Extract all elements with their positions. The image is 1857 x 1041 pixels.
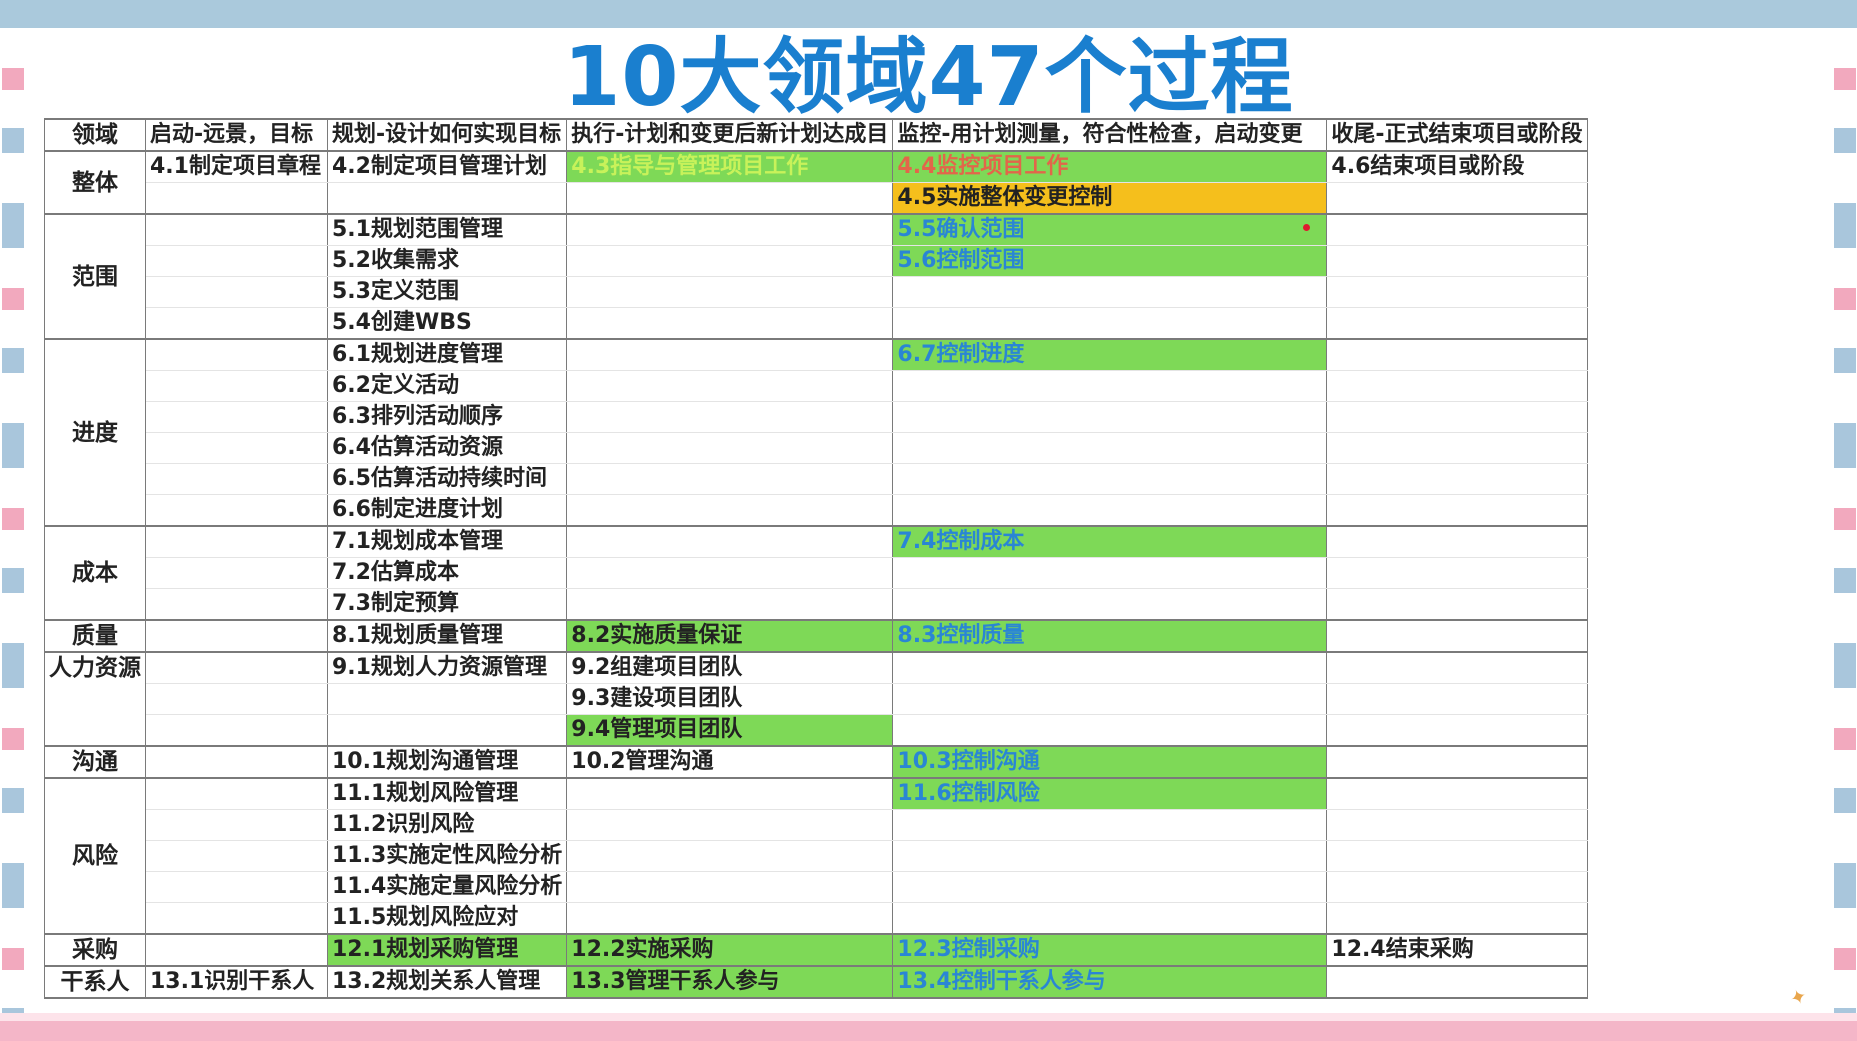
cell-11-5: 11.5规划风险应对 <box>326 902 568 935</box>
cell-12-3: 12.3控制采购 <box>892 933 1328 967</box>
table-row: 9.3建设项目团队 <box>45 683 1588 715</box>
area-risk: 风险 <box>44 777 146 935</box>
cell-13-4: 13.4控制干系人参与 <box>892 965 1328 999</box>
cell-7-1: 7.1规划成本管理 <box>326 525 568 558</box>
cell-7-4: 7.4控制成本 <box>892 525 1328 558</box>
area-hr: 人力资源 <box>44 651 146 747</box>
cell-10-2: 10.2管理沟通 <box>566 745 894 779</box>
table-header-row: 领域 启动-远景，目标 规划-设计如何实现目标 执行-计划和变更后新计划达成目 … <box>44 118 1588 152</box>
cell-9-3: 9.3建设项目团队 <box>566 683 894 715</box>
table-row: 成本 7.1规划成本管理 7.4控制成本 <box>44 525 1588 621</box>
area-scope: 范围 <box>44 213 146 340</box>
area-stake: 干系人 <box>44 965 146 999</box>
cell-6-1: 6.1规划进度管理 <box>326 338 568 371</box>
header-executing: 执行-计划和变更后新计划达成目 <box>566 118 894 152</box>
table-row: 质量 8.1规划质量管理 8.2实施质量保证 8.3控制质量 <box>44 619 1588 653</box>
table-row: 风险 11.1规划风险管理 11.6控制风险 <box>44 777 1588 935</box>
cell-7-3: 7.3制定预算 <box>326 588 568 621</box>
area-schedule: 进度 <box>44 338 146 527</box>
header-monitoring: 监控-用计划测量，符合性检查，启动变更 <box>892 118 1328 152</box>
cell-5-2: 5.2收集需求 <box>326 245 568 277</box>
table-row: 范围 5.1规划范围管理 5.5确认范围 <box>44 213 1588 340</box>
cell-9-2: 9.2组建项目团队 <box>566 651 894 684</box>
table-row: 采购 12.1规划采购管理 12.2实施采购 12.3控制采购 12.4结束采购 <box>44 933 1588 967</box>
table-row: 7.2估算成本 <box>45 557 1588 589</box>
table-row: 5.3定义范围 <box>45 276 1588 308</box>
table-row: 沟通 10.1规划沟通管理 10.2管理沟通 10.3控制沟通 <box>44 745 1588 779</box>
cell-6-6: 6.6制定进度计划 <box>326 494 568 527</box>
cell-11-2: 11.2识别风险 <box>326 809 568 841</box>
cell-9-4: 9.4管理项目团队 <box>566 714 894 747</box>
cell-8-2: 8.2实施质量保证 <box>566 619 894 653</box>
area-comm: 沟通 <box>44 745 146 779</box>
table-row: 整体 4.1制定项目章程 4.2制定项目管理计划 4.3指导与管理项目工作 4.… <box>44 150 1588 215</box>
cell-5-3: 5.3定义范围 <box>326 276 568 308</box>
cell-5-6: 5.6控制范围 <box>892 245 1328 277</box>
header-initiating: 启动-远景，目标 <box>145 118 328 152</box>
cell-4-6: 4.6结束项目或阶段 <box>1326 150 1588 183</box>
cell-13-1: 13.1识别干系人 <box>145 965 328 999</box>
table-row: 6.3排列活动顺序 <box>45 401 1588 433</box>
cell-12-1: 12.1规划采购管理 <box>326 933 568 967</box>
table-row: 6.2定义活动 <box>45 370 1588 402</box>
cell-4-4: 4.4监控项目工作 <box>892 150 1328 183</box>
cell-8-1: 8.1规划质量管理 <box>326 619 568 653</box>
cell-10-3: 10.3控制沟通 <box>892 745 1328 779</box>
frame-right-stripe <box>1834 28 1856 1013</box>
table-row: 5.4创建WBS <box>45 307 1588 340</box>
cell-11-3: 11.3实施定性风险分析 <box>326 840 568 872</box>
table-row: 11.5规划风险应对 <box>45 902 1588 935</box>
area-cost: 成本 <box>44 525 146 621</box>
cell-11-1: 11.1规划风险管理 <box>326 777 568 810</box>
slide-title: 10大领域47个过程 <box>563 30 1294 125</box>
cell-5-1: 5.1规划范围管理 <box>326 213 568 246</box>
area-quality: 质量 <box>44 619 146 653</box>
table-row: 11.3实施定性风险分析 <box>45 840 1588 872</box>
table-row: 人力资源 9.1规划人力资源管理 9.2组建项目团队 <box>44 651 1588 747</box>
table-row: 11.2识别风险 <box>45 809 1588 841</box>
cell-6-7: 6.7控制进度 <box>892 338 1328 371</box>
cell-13-3: 13.3管理干系人参与 <box>566 965 894 999</box>
cell-6-4: 6.4估算活动资源 <box>326 432 568 464</box>
cell-13-2: 13.2规划关系人管理 <box>326 965 568 999</box>
table-row: 11.4实施定量风险分析 <box>45 871 1588 903</box>
table-row: 进度 6.1规划进度管理 6.7控制进度 <box>44 338 1588 527</box>
cell-7-2: 7.2估算成本 <box>326 557 568 589</box>
frame-left-stripe <box>2 28 24 1013</box>
cell-11-6: 11.6控制风险 <box>892 777 1328 810</box>
cell-9-1: 9.1规划人力资源管理 <box>326 651 568 684</box>
table-row: 6.5估算活动持续时间 <box>45 463 1588 495</box>
table-row: 9.4管理项目团队 <box>45 714 1588 747</box>
cell-12-4: 12.4结束采购 <box>1326 933 1588 967</box>
cell-4-1: 4.1制定项目章程 <box>145 150 328 183</box>
table-row: 7.3制定预算 <box>45 588 1588 621</box>
table-row: 6.4估算活动资源 <box>45 432 1588 464</box>
cell-5-5: 5.5确认范围 <box>892 213 1328 246</box>
table-row: 干系人 13.1识别干系人 13.2规划关系人管理 13.3管理干系人参与 13… <box>44 965 1588 999</box>
area-integration: 整体 <box>44 150 146 215</box>
cell-12-2: 12.2实施采购 <box>566 933 894 967</box>
header-planning: 规划-设计如何实现目标 <box>326 118 568 152</box>
cell-6-5: 6.5估算活动持续时间 <box>326 463 568 495</box>
cell-10-1: 10.1规划沟通管理 <box>326 745 568 779</box>
cell-8-3: 8.3控制质量 <box>892 619 1328 653</box>
laser-pointer-dot <box>1303 224 1310 231</box>
header-area: 领域 <box>44 118 146 152</box>
table-row: 5.2收集需求 5.6控制范围 <box>45 245 1588 277</box>
frame-top-border <box>0 0 1857 28</box>
process-table: 领域 启动-远景，目标 规划-设计如何实现目标 执行-计划和变更后新计划达成目 … <box>44 118 1588 999</box>
cell-5-4: 5.4创建WBS <box>326 307 568 340</box>
cell-4-2: 4.2制定项目管理计划 <box>326 150 568 183</box>
cell-11-4: 11.4实施定量风险分析 <box>326 871 568 903</box>
cell-4-3: 4.3指导与管理项目工作 <box>566 150 894 183</box>
cell-4-5: 4.5实施整体变更控制 <box>892 182 1328 215</box>
table-row: 6.6制定进度计划 <box>45 494 1588 527</box>
cell-6-2: 6.2定义活动 <box>326 370 568 402</box>
cell-6-3: 6.3排列活动顺序 <box>326 401 568 433</box>
header-closing: 收尾-正式结束项目或阶段 <box>1326 118 1588 152</box>
area-procure: 采购 <box>44 933 146 967</box>
table-row: 4.5实施整体变更控制 <box>45 182 1588 215</box>
frame-bottom-border <box>0 1013 1857 1041</box>
